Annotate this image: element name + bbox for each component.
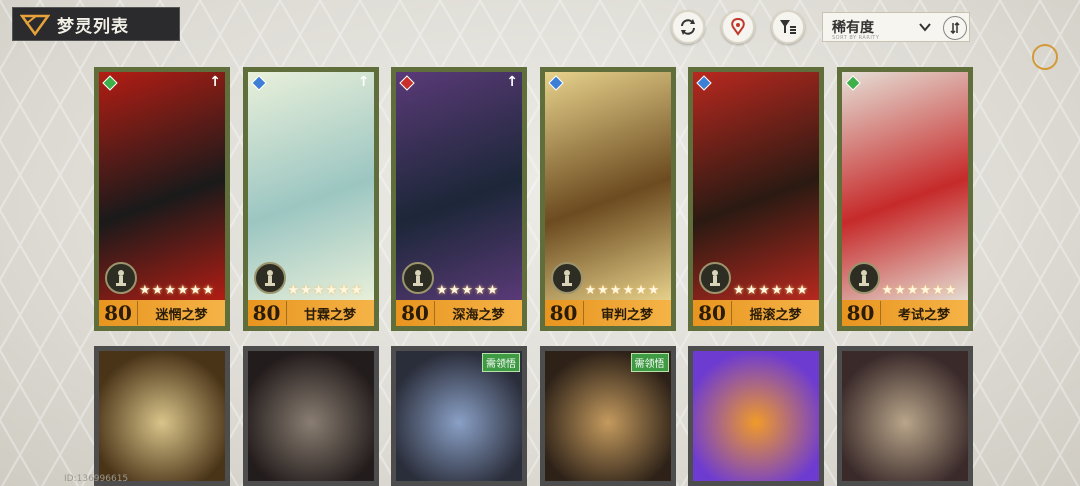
upgrade-arrow-icon: ↑ [357,74,370,90]
character-name: 深海之梦 [452,307,505,323]
element-icon [250,75,267,91]
star-rating: ★★★★★ [436,283,500,298]
refresh-icon [681,19,695,35]
back-button[interactable] [13,8,57,40]
card-footer: 80 迷惘之梦 [99,300,225,326]
character-card[interactable] [94,346,230,486]
character-card[interactable]: ↑ ★★★★★★ 80 甘霖之梦 [242,67,379,331]
upgrade-arrow-icon: ↑ [209,74,221,90]
element-icon [696,75,712,91]
sort-order-toggle[interactable] [943,16,967,40]
page-title: 梦灵列表 [57,16,129,37]
card-footer: 80 深海之梦 [396,300,522,326]
chevron-down-icon [919,23,931,32]
star-rating: ★★★★★★ [881,283,958,298]
sort-dropdown[interactable]: 稀有度 SORT BY RARITY [822,12,970,42]
character-card[interactable] [688,346,824,486]
element-icon [102,75,118,91]
card-footer: 80 审判之梦 [544,300,671,326]
title-bar: 梦灵列表 [12,7,180,41]
card-footer: 80 摇滚之梦 [693,300,819,326]
need-insight-badge: 需领悟 [482,353,520,372]
chess-piece-icon [116,270,126,286]
character-portrait [693,351,819,481]
character-portrait [247,351,374,481]
element-icon [547,75,564,91]
star-rating: ★★★★★★ [139,283,215,298]
character-name: 审判之梦 [600,307,653,323]
user-id: ID:136996615 [64,474,129,484]
character-level: 80 [842,301,881,325]
character-portrait [841,351,968,481]
rank-badge [550,262,583,294]
chess-piece-icon [858,270,869,286]
character-name: 甘霖之梦 [303,307,356,323]
character-level: 80 [545,301,584,325]
rank-badge [847,262,880,294]
upgrade-arrow-icon: ↑ [506,74,518,90]
decorative-ring [1032,44,1058,70]
character-level: 80 [693,301,732,325]
star-rating: ★★★★★★ [733,283,809,298]
chess-piece-icon [264,270,275,286]
element-icon [399,75,415,91]
card-footer: 80 考试之梦 [841,300,968,326]
location-pin-icon [731,17,745,36]
character-name: 迷惘之梦 [155,307,208,323]
element-icon [844,75,861,91]
chess-piece-icon [710,270,720,286]
character-card[interactable]: ★★★★★★ 80 审判之梦 [539,67,676,331]
refresh-button[interactable] [671,10,705,44]
character-portrait [99,351,225,481]
character-level: 80 [248,301,287,325]
chess-piece-icon [561,270,572,286]
rank-badge [699,262,731,294]
rank-badge [253,262,286,294]
character-card[interactable]: ↑ ★★★★★★ 80 迷惘之梦 [94,67,230,331]
character-name: 摇滚之梦 [749,307,802,323]
sort-dropdown-label: 稀有度 [832,20,874,36]
character-card[interactable]: ↑ ★★★★★ 80 深海之梦 [391,67,527,331]
element-filter-button[interactable] [721,10,755,44]
character-card[interactable]: ★★★★★★ 80 考试之梦 [836,67,973,331]
rank-badge [402,262,434,294]
character-card[interactable]: 需领悟 [539,346,676,486]
back-arrow-icon [20,14,50,36]
rank-badge [105,262,137,294]
character-level: 80 [396,301,435,325]
filter-icon [780,20,796,34]
character-card[interactable]: 需领悟 [391,346,527,486]
character-card[interactable] [836,346,973,486]
filter-button[interactable] [771,10,805,44]
sort-order-icon [950,21,960,35]
character-name: 考试之梦 [897,307,950,323]
star-rating: ★★★★★★ [287,283,364,298]
chess-piece-icon [413,270,423,286]
character-level: 80 [99,301,138,325]
star-rating: ★★★★★★ [584,283,661,298]
character-card[interactable] [242,346,379,486]
sort-dropdown-sublabel: SORT BY RARITY [832,35,880,41]
character-card[interactable]: ★★★★★★ 80 摇滚之梦 [688,67,824,331]
need-insight-badge: 需领悟 [630,353,669,372]
card-footer: 80 甘霖之梦 [247,300,374,326]
